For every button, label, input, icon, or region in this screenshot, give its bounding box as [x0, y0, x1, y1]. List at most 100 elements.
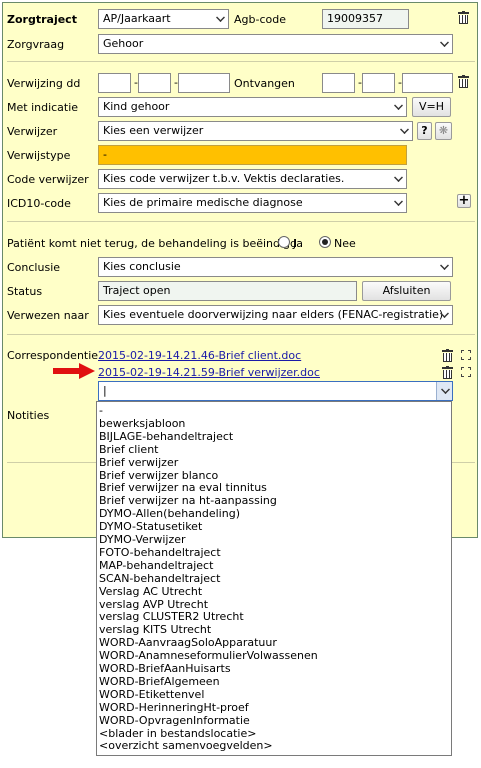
divider: [7, 334, 475, 335]
dropdown-option[interactable]: MAP-behandeltraject: [99, 559, 213, 572]
dropdown-option[interactable]: Brief verwijzer blanco: [99, 469, 218, 482]
traject-select[interactable]: AP/Jaarkaart: [98, 9, 229, 29]
icd10-label: ICD10-code: [7, 197, 71, 210]
ontvangen-year-input[interactable]: [402, 73, 453, 93]
verwijstype-value: -: [103, 148, 107, 161]
dropdown-option[interactable]: DYMO-Verwijzer: [99, 533, 186, 546]
dropdown-option[interactable]: WORD-OpvragenInformatie: [99, 714, 250, 727]
radio-ja-label: Ja: [293, 237, 303, 250]
asterisk-icon[interactable]: ❋: [435, 122, 452, 140]
verwijzing-year-input[interactable]: [178, 73, 230, 93]
file-link[interactable]: 2015-02-19-14.21.59-Brief verwijzer.doc: [98, 366, 320, 379]
trash-icon[interactable]: [442, 366, 453, 379]
verwezen-label: Verwezen naar: [7, 309, 89, 322]
verwezen-value: Kies eventuele doorverwijzing naar elder…: [103, 308, 444, 321]
code-verwijzer-select[interactable]: Kies code verwijzer t.b.v. Vektis declar…: [98, 169, 407, 189]
dropdown-option[interactable]: Brief client: [99, 443, 158, 456]
dropdown-option[interactable]: FOTO-behandeltraject: [99, 546, 221, 559]
chevron-down-icon: [441, 385, 450, 394]
dropdown-option[interactable]: WORD-BriefAanHuisarts: [99, 662, 231, 675]
icd10-value: Kies de primaire medische diagnose: [103, 196, 303, 209]
agb-code-value: 19009357: [327, 12, 383, 25]
file-link[interactable]: 2015-02-19-14.21.46-Brief client.doc: [98, 349, 301, 362]
dropdown-option[interactable]: SCAN-behandeltraject: [99, 572, 220, 585]
trash-icon[interactable]: [458, 11, 469, 24]
verwijzer-select[interactable]: Kies een verwijzer: [98, 121, 413, 141]
dropdown-option[interactable]: verslag CLUSTER2 Utrecht: [99, 610, 244, 623]
chevron-down-icon: [394, 173, 403, 182]
verwijzer-label: Verwijzer: [7, 125, 58, 138]
dropdown-option[interactable]: Brief verwijzer na ht-aanpassing: [99, 494, 277, 507]
status-label: Status: [7, 285, 43, 298]
chevron-down-icon: [440, 261, 449, 270]
template-dropdown-list[interactable]: - bewerksjabloon BIJLAGE-behandeltraject Br…: [96, 401, 452, 756]
chevron-down-icon: [394, 101, 403, 110]
afsluiten-button[interactable]: Afsluiten: [362, 281, 451, 301]
agb-code-field[interactable]: 19009357: [322, 9, 409, 29]
indicatie-label: Met indicatie: [7, 101, 79, 114]
code-verwijzer-label: Code verwijzer: [7, 173, 89, 186]
trash-icon[interactable]: [458, 75, 469, 88]
code-verwijzer-value: Kies code verwijzer t.b.v. Vektis declar…: [103, 172, 345, 185]
verwijstype-field[interactable]: -: [98, 145, 407, 165]
dropdown-option[interactable]: WORD-Etikettenvel: [99, 688, 204, 701]
chevron-down-icon: [394, 197, 403, 206]
verwijstype-label: Verwijstype: [7, 149, 71, 162]
dropdown-option[interactable]: verslag KITS Utrecht: [99, 623, 211, 636]
divider: [7, 221, 475, 222]
chevron-down-icon: [440, 38, 449, 47]
verwijzing-day-input[interactable]: [98, 73, 131, 93]
zorgvraag-select[interactable]: Gehoor: [98, 34, 453, 54]
verwijzing-label: Verwijzing dd: [7, 77, 81, 90]
dropdown-option[interactable]: WORD-HerinneringHt-proef: [99, 701, 249, 714]
verwijzing-month-input[interactable]: [138, 73, 171, 93]
ontvangen-label: Ontvangen: [234, 77, 295, 90]
radio-ja[interactable]: [278, 236, 290, 248]
dropdown-option[interactable]: <blader in bestandslocatie>: [99, 727, 256, 740]
dropdown-option[interactable]: Brief verwijzer na eval tinnitus: [99, 481, 267, 494]
ontvangen-day-input[interactable]: [322, 73, 355, 93]
status-value: Traject open: [103, 284, 171, 297]
dropdown-option[interactable]: bewerksjabloon: [99, 417, 185, 430]
correspondentie-label: Correspondentie: [7, 349, 99, 362]
help-icon[interactable]: ?: [417, 122, 432, 140]
notities-label: Notities: [7, 409, 50, 422]
dropdown-option[interactable]: -: [99, 404, 103, 417]
dropdown-option[interactable]: WORD-AnamneseformulierVolwassenen: [99, 649, 318, 662]
zorgvraag-label: Zorgvraag: [7, 38, 65, 51]
template-select[interactable]: |: [98, 381, 453, 401]
radio-nee-label: Nee: [334, 237, 356, 250]
zorgvraag-value: Gehoor: [103, 37, 144, 50]
dropdown-option[interactable]: BIJLAGE-behandeltraject: [99, 430, 233, 443]
traject-select-value: AP/Jaarkaart: [103, 12, 171, 25]
dropdown-option[interactable]: WORD-AanvraagSoloApparatuur: [99, 636, 277, 649]
indicatie-select[interactable]: Kind gehoor: [98, 97, 407, 117]
ontvangen-month-input[interactable]: [362, 73, 395, 93]
icd10-select[interactable]: Kies de primaire medische diagnose: [98, 193, 407, 213]
status-field: Traject open: [98, 281, 357, 301]
dropdown-option[interactable]: DYMO-Statusetiket: [99, 520, 202, 533]
dropdown-button[interactable]: [436, 382, 452, 400]
agb-code-label: Agb-code: [234, 13, 286, 26]
expand-icon[interactable]: [461, 367, 471, 377]
dropdown-option[interactable]: verslag AVP Utrecht: [99, 598, 208, 611]
expand-icon[interactable]: [461, 350, 471, 360]
indicatie-value: Kind gehoor: [103, 100, 170, 113]
template-select-value: |: [103, 384, 107, 397]
dropdown-option[interactable]: Verslag AC Utrecht: [99, 585, 202, 598]
chevron-down-icon: [216, 13, 225, 22]
radio-nee[interactable]: [319, 236, 331, 248]
conclusie-select[interactable]: Kies conclusie: [98, 257, 453, 277]
trash-icon[interactable]: [442, 349, 453, 362]
plus-icon[interactable]: +: [457, 194, 471, 208]
red-arrow-icon: [53, 363, 95, 379]
patient-question-label: Patiënt komt niet terug, de behandeling …: [7, 237, 298, 250]
dropdown-option[interactable]: WORD-BriefAlgemeen: [99, 675, 220, 688]
dropdown-option[interactable]: Brief verwijzer: [99, 456, 178, 469]
zorgtraject-title: Zorgtraject: [7, 13, 77, 26]
dropdown-option[interactable]: DYMO-Allen(behandeling): [99, 507, 240, 520]
v-equals-h-button[interactable]: V=H: [412, 97, 451, 117]
verwijzer-value: Kies een verwijzer: [103, 124, 204, 137]
dropdown-option[interactable]: <overzicht samenvoegvelden>: [99, 739, 273, 752]
verwezen-select[interactable]: Kies eventuele doorverwijzing naar elder…: [98, 305, 453, 325]
